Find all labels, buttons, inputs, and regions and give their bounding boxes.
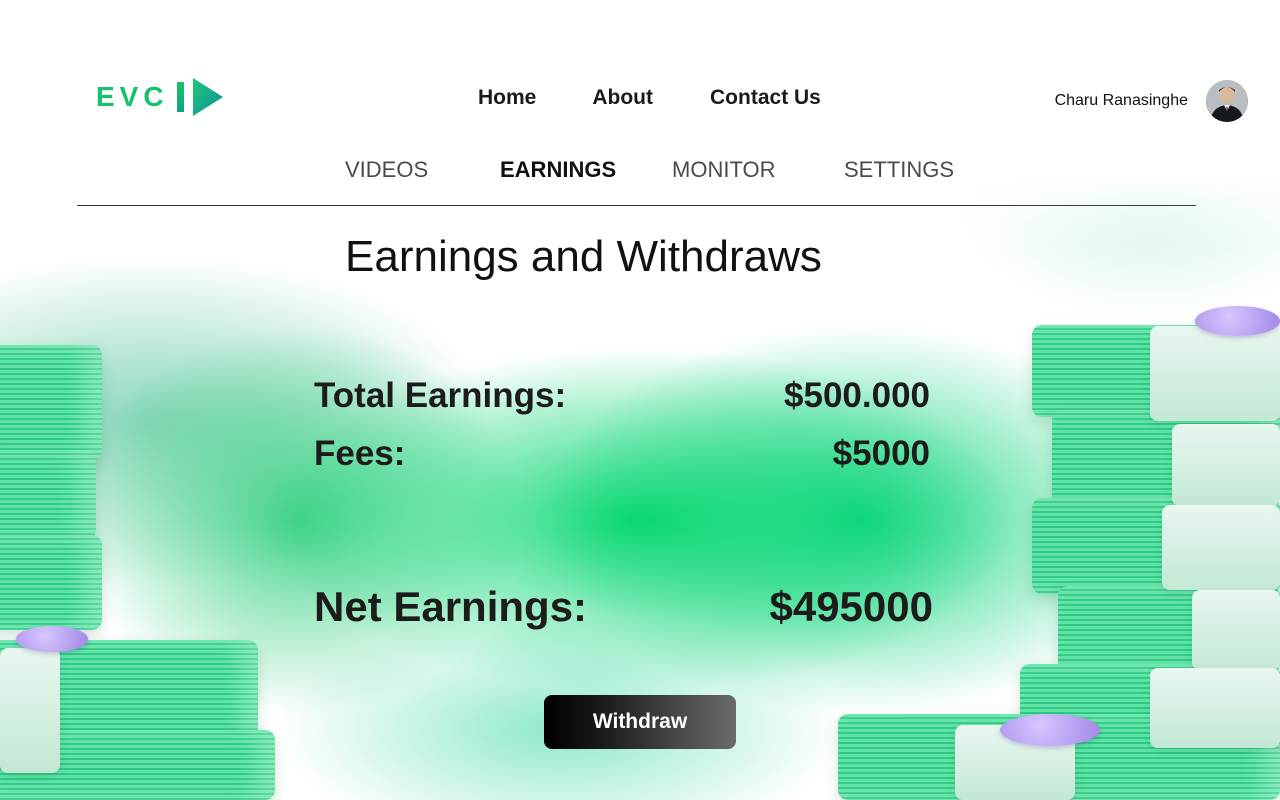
fees-value: $5000 xyxy=(832,434,930,473)
net-earnings-row: Net Earnings: $495000 xyxy=(314,583,933,631)
total-earnings-value: $500.000 xyxy=(784,376,930,415)
total-earnings-row: Total Earnings: $500.000 xyxy=(314,376,930,416)
page-title: Earnings and Withdraws xyxy=(345,232,822,281)
fees-row: Fees: $5000 xyxy=(314,434,930,474)
fees-label: Fees: xyxy=(314,434,406,473)
total-earnings-label: Total Earnings: xyxy=(314,376,567,415)
earnings-panel: Earnings and Withdraws Total Earnings: $… xyxy=(0,0,1280,800)
net-earnings-value: $495000 xyxy=(769,583,933,630)
net-earnings-label: Net Earnings: xyxy=(314,583,588,630)
withdraw-button[interactable]: Withdraw xyxy=(544,695,736,749)
